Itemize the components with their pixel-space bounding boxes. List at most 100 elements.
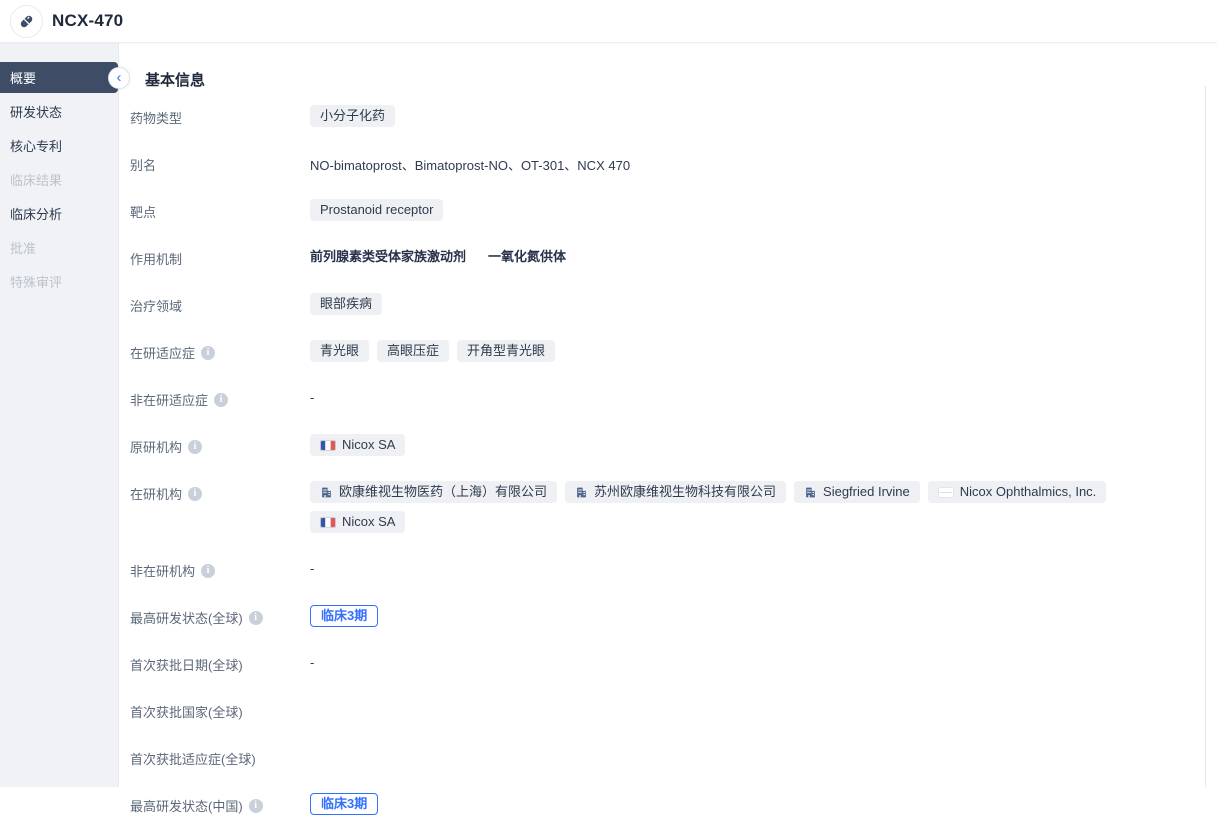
- flag-fr-icon: [320, 517, 336, 528]
- row-text-value: -: [310, 652, 314, 670]
- row-text-value: -: [310, 558, 314, 576]
- row-value: 欧康维视生物医药（上海）有限公司 苏州欧康维视生物科技有限公司 Siegfried …: [310, 481, 1190, 533]
- row-label-text: 作用机制: [130, 249, 182, 268]
- sidebar-item-clinical-results: 临床结果: [0, 164, 118, 195]
- info-row-first-approval-indication-global: 首次获批适应症(全球): [130, 746, 1217, 768]
- info-icon[interactable]: i: [249, 799, 263, 813]
- content-panel: ‹ 基本信息 药物类型小分子化药别名NO-bimatoprost、Bimatop…: [118, 43, 1217, 787]
- row-value: Prostanoid receptor: [310, 199, 443, 221]
- flag-faint-icon: [938, 487, 954, 498]
- row-label-text: 在研机构: [130, 484, 182, 503]
- row-label-text: 最高研发状态(中国): [130, 796, 243, 815]
- sidebar-item-overview[interactable]: 概要: [0, 62, 118, 93]
- row-label: 在研适应症i: [130, 340, 310, 362]
- row-label: 非在研适应症i: [130, 387, 310, 409]
- phase-badge: 临床3期: [310, 605, 378, 627]
- org-chip[interactable]: Nicox SA: [310, 434, 405, 456]
- info-row-first-approval-date-global: 首次获批日期(全球) -: [130, 652, 1217, 674]
- info-row-therapy-area: 治疗领域 眼部疾病: [130, 293, 1217, 315]
- sidebar-nav: 概要研发状态核心专利临床结果临床分析批准特殊审评: [0, 43, 118, 787]
- page-header: NCX-470: [0, 0, 1217, 43]
- row-value: 青光眼高眼压症开角型青光眼: [310, 340, 555, 362]
- tag-chip[interactable]: Prostanoid receptor: [310, 199, 443, 221]
- info-row-inactive-orgs: 非在研机构 i -: [130, 558, 1217, 580]
- row-label-text: 非在研机构: [130, 561, 195, 580]
- pill-icon: [10, 5, 43, 38]
- info-icon[interactable]: i: [201, 564, 215, 578]
- row-value: -: [310, 652, 314, 670]
- row-label: 非在研机构 i: [130, 558, 310, 580]
- flag-fr-icon: [320, 440, 336, 451]
- org-name: 欧康维视生物医药（上海）有限公司: [339, 484, 547, 500]
- basic-info-rows: 药物类型 小分子化药别名 NO-bimatoprost、Bimatoprost-NO…: [119, 105, 1217, 815]
- row-label: 首次获批日期(全球): [130, 652, 310, 674]
- sidebar-item-clinical-analysis[interactable]: 临床分析: [0, 198, 118, 229]
- building-icon: [575, 486, 588, 499]
- tag-chip[interactable]: 眼部疾病: [310, 293, 382, 315]
- tag-chip[interactable]: 小分子化药: [310, 105, 395, 127]
- org-chip[interactable]: Siegfried Irvine: [794, 481, 920, 503]
- info-icon[interactable]: i: [249, 611, 263, 625]
- org-chip[interactable]: Nicox Ophthalmics, Inc.: [928, 481, 1107, 503]
- row-label-text: 别名: [130, 155, 156, 174]
- phase-badge: 临床3期: [310, 793, 378, 815]
- row-text-value: -: [310, 387, 314, 405]
- row-value: Nicox SA: [310, 434, 405, 456]
- sidebar-item-special-review: 特殊审评: [0, 266, 118, 297]
- row-label-text: 治疗领域: [130, 296, 182, 315]
- row-value: 临床3期: [310, 793, 378, 815]
- row-value: 前列腺素类受体家族激动剂一氧化氮供体: [310, 246, 580, 265]
- scrollbar-track[interactable]: [1205, 86, 1217, 787]
- tag-chip[interactable]: 青光眼: [310, 340, 369, 362]
- row-label-text: 最高研发状态(全球): [130, 608, 243, 627]
- info-row-drug-type: 药物类型 小分子化药: [130, 105, 1217, 127]
- org-name: Nicox SA: [342, 437, 395, 453]
- info-row-target: 靶点 Prostanoid receptor: [130, 199, 1217, 221]
- row-label-text: 药物类型: [130, 108, 182, 127]
- row-label: 别名: [130, 152, 310, 174]
- main-layout: 概要研发状态核心专利临床结果临床分析批准特殊审评 ‹ 基本信息 药物类型 小分子化…: [0, 43, 1217, 787]
- building-icon: [804, 486, 817, 499]
- mechanism-term: 一氧化氮供体: [488, 246, 566, 265]
- info-row-active-orgs: 在研机构 i 欧康维视生物医药（上海）有限公司 苏州欧康维视生物科技有限公司 Siegf…: [130, 481, 1217, 533]
- row-label-text: 原研机构: [130, 437, 182, 456]
- org-name: Nicox Ophthalmics, Inc.: [960, 484, 1097, 500]
- row-value: -: [310, 387, 314, 405]
- info-icon[interactable]: i: [201, 346, 215, 360]
- row-label: 作用机制: [130, 246, 310, 268]
- row-value: 小分子化药: [310, 105, 395, 127]
- info-row-inactive-indications: 非在研适应症i-: [130, 387, 1217, 409]
- org-chip[interactable]: 欧康维视生物医药（上海）有限公司: [310, 481, 557, 503]
- collapse-sidebar-button[interactable]: ‹: [108, 67, 130, 89]
- sidebar-item-core-patent[interactable]: 核心专利: [0, 130, 118, 161]
- row-label: 首次获批国家(全球): [130, 699, 310, 721]
- row-value: NO-bimatoprost、Bimatoprost-NO、OT-301、NCX…: [310, 152, 630, 174]
- row-label: 靶点: [130, 199, 310, 221]
- row-label-text: 靶点: [130, 202, 156, 221]
- org-chip[interactable]: 苏州欧康维视生物科技有限公司: [565, 481, 786, 503]
- row-label: 治疗领域: [130, 293, 310, 315]
- org-chip[interactable]: Nicox SA: [310, 511, 405, 533]
- row-label: 首次获批适应症(全球): [130, 746, 310, 768]
- org-name: 苏州欧康维视生物科技有限公司: [594, 484, 776, 500]
- row-label-text: 首次获批日期(全球): [130, 655, 243, 674]
- row-label-text: 首次获批适应症(全球): [130, 749, 256, 768]
- info-row-alias: 别名 NO-bimatoprost、Bimatoprost-NO、OT-301、N…: [130, 152, 1217, 174]
- info-icon[interactable]: i: [214, 393, 228, 407]
- row-label: 最高研发状态(全球) i: [130, 605, 310, 627]
- row-label: 原研机构 i: [130, 434, 310, 456]
- info-icon[interactable]: i: [188, 487, 202, 501]
- row-label: 在研机构 i: [130, 481, 310, 503]
- info-icon[interactable]: i: [188, 440, 202, 454]
- info-row-originator-org: 原研机构 i Nicox SA: [130, 434, 1217, 456]
- tag-chip[interactable]: 开角型青光眼: [457, 340, 555, 362]
- info-row-active-indications: 在研适应症i青光眼高眼压症开角型青光眼: [130, 340, 1217, 362]
- tag-chip[interactable]: 高眼压症: [377, 340, 449, 362]
- row-label: 药物类型: [130, 105, 310, 127]
- org-name: Nicox SA: [342, 514, 395, 530]
- info-row-highest-status-china: 最高研发状态(中国) i 临床3期: [130, 793, 1217, 815]
- info-row-first-approval-country-global: 首次获批国家(全球): [130, 699, 1217, 721]
- section-title: 基本信息: [145, 69, 1217, 90]
- row-label: 最高研发状态(中国) i: [130, 793, 310, 815]
- sidebar-item-rd-status[interactable]: 研发状态: [0, 96, 118, 127]
